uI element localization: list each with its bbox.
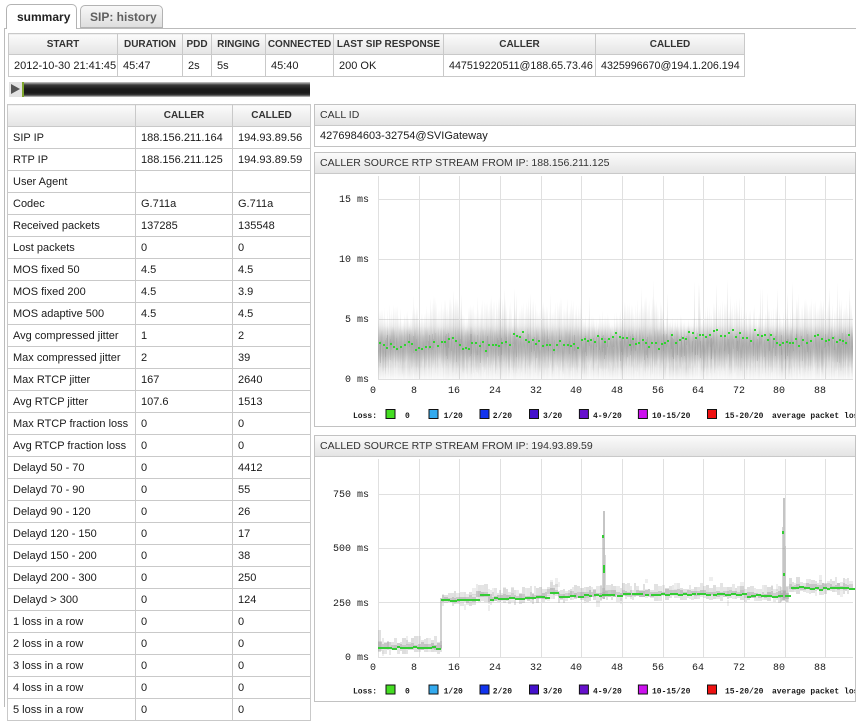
svg-text:1/20: 1/20 — [444, 412, 463, 421]
svg-text:3/20: 3/20 — [543, 412, 562, 421]
svg-text:56: 56 — [652, 663, 664, 674]
svg-text:0: 0 — [405, 412, 410, 421]
svg-text:64: 64 — [692, 663, 704, 674]
svg-text:88: 88 — [814, 663, 826, 674]
svg-text:0: 0 — [370, 386, 376, 397]
svg-text:2/20: 2/20 — [493, 412, 512, 421]
svg-text:Loss:: Loss: — [353, 688, 377, 697]
svg-text:average packet loss: average packet loss — [772, 688, 855, 697]
svg-text:2/20: 2/20 — [493, 688, 512, 697]
svg-text:5 ms: 5 ms — [345, 315, 369, 326]
svg-text:Loss:: Loss: — [353, 412, 377, 421]
svg-text:40: 40 — [570, 663, 582, 674]
svg-text:40: 40 — [570, 386, 582, 397]
svg-text:80: 80 — [773, 663, 785, 674]
svg-text:32: 32 — [530, 663, 542, 674]
svg-text:48: 48 — [611, 663, 623, 674]
svg-text:4-9/20: 4-9/20 — [593, 412, 622, 421]
svg-text:16: 16 — [448, 386, 460, 397]
svg-text:72: 72 — [733, 386, 745, 397]
svg-text:88: 88 — [814, 386, 826, 397]
svg-text:0 ms: 0 ms — [345, 653, 369, 664]
svg-text:16: 16 — [448, 663, 460, 674]
svg-text:72: 72 — [733, 663, 745, 674]
svg-text:0: 0 — [370, 663, 376, 674]
svg-text:32: 32 — [530, 386, 542, 397]
svg-text:8: 8 — [411, 386, 417, 397]
svg-text:0: 0 — [405, 688, 410, 697]
svg-text:56: 56 — [652, 386, 664, 397]
svg-text:10 ms: 10 ms — [339, 255, 369, 266]
svg-text:1/20: 1/20 — [444, 688, 463, 697]
svg-text:10-15/20: 10-15/20 — [652, 688, 691, 697]
svg-text:250 ms: 250 ms — [333, 599, 369, 610]
svg-text:15 ms: 15 ms — [339, 195, 369, 206]
svg-text:64: 64 — [692, 386, 704, 397]
svg-text:80: 80 — [773, 386, 785, 397]
svg-text:0 ms: 0 ms — [345, 375, 369, 386]
svg-text:24: 24 — [489, 386, 501, 397]
svg-text:750 ms: 750 ms — [333, 490, 369, 501]
svg-text:15-20/20: 15-20/20 — [725, 412, 764, 421]
svg-text:8: 8 — [411, 663, 417, 674]
svg-text:48: 48 — [611, 386, 623, 397]
svg-text:4-9/20: 4-9/20 — [593, 688, 622, 697]
svg-text:500 ms: 500 ms — [333, 544, 369, 555]
svg-text:10-15/20: 10-15/20 — [652, 412, 691, 421]
svg-text:average packet loss: average packet loss — [772, 412, 855, 421]
svg-text:24: 24 — [489, 663, 501, 674]
svg-text:15-20/20: 15-20/20 — [725, 688, 764, 697]
svg-text:3/20: 3/20 — [543, 688, 562, 697]
